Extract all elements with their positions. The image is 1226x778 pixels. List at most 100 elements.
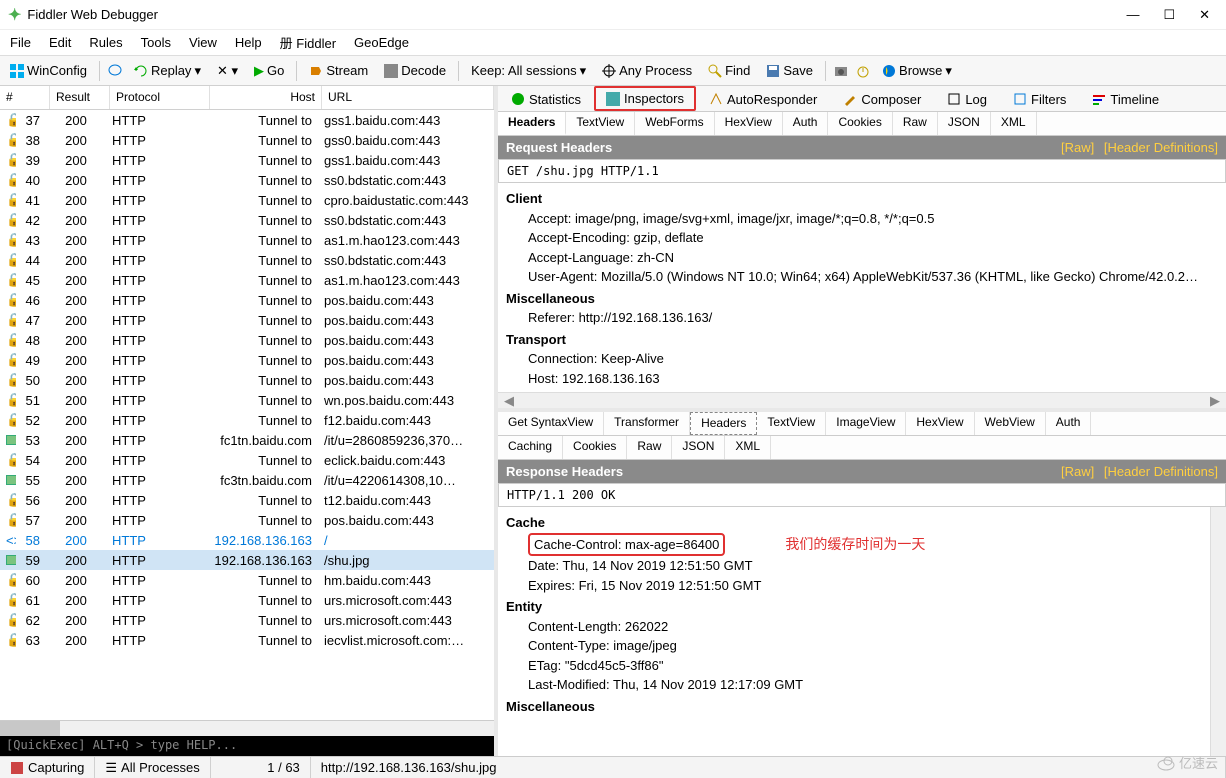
col-id[interactable]: # bbox=[0, 86, 50, 109]
session-row[interactable]: 🔒61200HTTPTunnel tours.microsoft.com:443 bbox=[0, 590, 494, 610]
windows-icon bbox=[10, 64, 24, 78]
find-button[interactable]: Find bbox=[704, 61, 754, 80]
tab-filters[interactable]: Filters bbox=[1000, 86, 1079, 111]
session-row[interactable]: 🔒50200HTTPTunnel topos.baidu.com:443 bbox=[0, 370, 494, 390]
resp-raw-link[interactable]: [Raw] bbox=[1061, 464, 1094, 479]
req-tab-hexview[interactable]: HexView bbox=[715, 112, 783, 135]
resp-tab-webview[interactable]: WebView bbox=[975, 412, 1046, 435]
col-url[interactable]: URL bbox=[322, 86, 494, 109]
resp-tab-transformer[interactable]: Transformer bbox=[604, 412, 690, 435]
session-row[interactable]: 🔒37200HTTPTunnel togss1.baidu.com:443 bbox=[0, 110, 494, 130]
session-row[interactable]: 🔒42200HTTPTunnel toss0.bdstatic.com:443 bbox=[0, 210, 494, 230]
session-row[interactable]: 🔒54200HTTPTunnel toeclick.baidu.com:443 bbox=[0, 450, 494, 470]
minimize-button[interactable]: ― bbox=[1126, 7, 1139, 23]
session-row[interactable]: 🔒46200HTTPTunnel topos.baidu.com:443 bbox=[0, 290, 494, 310]
session-row[interactable]: 🔒51200HTTPTunnel town.pos.baidu.com:443 bbox=[0, 390, 494, 410]
resp-tab-syntax[interactable]: Get SyntaxView bbox=[498, 412, 604, 435]
timer-icon[interactable] bbox=[856, 64, 870, 78]
menu-edit[interactable]: Edit bbox=[49, 35, 71, 50]
status-capturing[interactable]: Capturing bbox=[0, 757, 95, 778]
tab-inspectors[interactable]: Inspectors bbox=[594, 86, 696, 111]
camera-icon[interactable] bbox=[834, 64, 848, 78]
tab-log[interactable]: Log bbox=[934, 86, 1000, 111]
req-raw-link[interactable]: [Raw] bbox=[1061, 140, 1094, 155]
resp-tab-headers[interactable]: Headers bbox=[690, 412, 757, 435]
menu-help[interactable]: Help bbox=[235, 35, 262, 50]
req-accept: Accept: image/png, image/svg+xml, image/… bbox=[506, 209, 1218, 229]
session-row[interactable]: 🔒39200HTTPTunnel togss1.baidu.com:443 bbox=[0, 150, 494, 170]
req-tab-xml[interactable]: XML bbox=[991, 112, 1037, 135]
quickexec-bar[interactable]: [QuickExec] ALT+Q > type HELP... bbox=[0, 736, 494, 756]
session-row[interactable]: 53200HTTPfc1tn.baidu.com/it/u=2860859236… bbox=[0, 430, 494, 450]
resp-tab-imageview[interactable]: ImageView bbox=[826, 412, 906, 435]
browse-button[interactable]: Browse ▾ bbox=[878, 61, 956, 81]
session-row[interactable]: 🔒38200HTTPTunnel togss0.baidu.com:443 bbox=[0, 130, 494, 150]
session-row[interactable]: 🔒57200HTTPTunnel topos.baidu.com:443 bbox=[0, 510, 494, 530]
session-row[interactable]: 🔒43200HTTPTunnel toas1.m.hao123.com:443 bbox=[0, 230, 494, 250]
session-result: 200 bbox=[46, 273, 106, 288]
any-process-button[interactable]: Any Process bbox=[598, 61, 696, 80]
session-row[interactable]: 🔒44200HTTPTunnel toss0.bdstatic.com:443 bbox=[0, 250, 494, 270]
resp-tab-cookies[interactable]: Cookies bbox=[563, 436, 627, 459]
replay-button[interactable]: Replay ▾ bbox=[130, 61, 205, 81]
keep-sessions-dropdown[interactable]: Keep: All sessions ▾ bbox=[467, 61, 590, 81]
req-tab-textview[interactable]: TextView bbox=[566, 112, 635, 135]
resp-tab-raw[interactable]: Raw bbox=[627, 436, 672, 459]
session-row[interactable]: 🔒49200HTTPTunnel topos.baidu.com:443 bbox=[0, 350, 494, 370]
col-host[interactable]: Host bbox=[210, 86, 322, 109]
session-row[interactable]: 🔒60200HTTPTunnel tohm.baidu.com:443 bbox=[0, 570, 494, 590]
req-tab-cookies[interactable]: Cookies bbox=[828, 112, 892, 135]
session-row[interactable]: 🔒48200HTTPTunnel topos.baidu.com:443 bbox=[0, 330, 494, 350]
req-tab-auth[interactable]: Auth bbox=[783, 112, 829, 135]
save-button[interactable]: Save bbox=[762, 61, 817, 80]
req-tab-json[interactable]: JSON bbox=[938, 112, 991, 135]
resp-hdrdef-link[interactable]: [Header Definitions] bbox=[1104, 464, 1218, 479]
menu-view[interactable]: View bbox=[189, 35, 217, 50]
req-tab-raw[interactable]: Raw bbox=[893, 112, 938, 135]
h-scrollbar[interactable] bbox=[0, 720, 494, 736]
req-hscroll[interactable]: ◀▶ bbox=[498, 392, 1226, 408]
session-row[interactable]: <>58200HTTP192.168.136.163/ bbox=[0, 530, 494, 550]
go-button[interactable]: ▶ Go bbox=[250, 61, 288, 81]
tab-composer[interactable]: Composer bbox=[830, 86, 934, 111]
resp-tab-hexview[interactable]: HexView bbox=[906, 412, 974, 435]
session-row[interactable]: 🔒45200HTTPTunnel toas1.m.hao123.com:443 bbox=[0, 270, 494, 290]
remove-button[interactable]: ✕ ▾ bbox=[213, 61, 242, 81]
tab-timeline[interactable]: Timeline bbox=[1079, 86, 1172, 111]
menu-tools[interactable]: Tools bbox=[141, 35, 171, 50]
session-row[interactable]: 🔒56200HTTPTunnel tot12.baidu.com:443 bbox=[0, 490, 494, 510]
resp-tab-auth[interactable]: Auth bbox=[1046, 412, 1092, 435]
decode-button[interactable]: Decode bbox=[380, 61, 450, 80]
col-result[interactable]: Result bbox=[50, 86, 110, 109]
maximize-button[interactable]: ☐ bbox=[1163, 7, 1175, 23]
session-row[interactable]: 🔒40200HTTPTunnel toss0.bdstatic.com:443 bbox=[0, 170, 494, 190]
session-row[interactable]: 🔒47200HTTPTunnel topos.baidu.com:443 bbox=[0, 310, 494, 330]
stream-button[interactable]: Stream bbox=[305, 61, 372, 80]
winconfig-button[interactable]: WinConfig bbox=[6, 61, 91, 80]
grid-body[interactable]: 🔒37200HTTPTunnel togss1.baidu.com:443🔒38… bbox=[0, 110, 494, 720]
session-row[interactable]: 59200HTTP192.168.136.163/shu.jpg bbox=[0, 550, 494, 570]
menu-rules[interactable]: Rules bbox=[89, 35, 122, 50]
req-hdrdef-link[interactable]: [Header Definitions] bbox=[1104, 140, 1218, 155]
session-row[interactable]: 🔒52200HTTPTunnel tof12.baidu.com:443 bbox=[0, 410, 494, 430]
resp-tab-caching[interactable]: Caching bbox=[498, 436, 563, 459]
session-row[interactable]: 🔒63200HTTPTunnel toiecvlist.microsoft.co… bbox=[0, 630, 494, 650]
status-all-processes[interactable]: ☰ All Processes bbox=[95, 757, 210, 778]
session-row[interactable]: 🔒62200HTTPTunnel tours.microsoft.com:443 bbox=[0, 610, 494, 630]
tab-statistics[interactable]: Statistics bbox=[498, 86, 594, 111]
menu-file[interactable]: File bbox=[10, 35, 31, 50]
resp-tab-xml[interactable]: XML bbox=[725, 436, 771, 459]
menu-fiddler-book[interactable]: 册 Fiddler bbox=[280, 33, 336, 52]
close-button[interactable]: ✕ bbox=[1199, 7, 1210, 23]
resp-tab-json[interactable]: JSON bbox=[672, 436, 725, 459]
session-row[interactable]: 55200HTTPfc3tn.baidu.com/it/u=4220614308… bbox=[0, 470, 494, 490]
comment-icon[interactable] bbox=[108, 64, 122, 78]
resp-vscroll[interactable] bbox=[1210, 507, 1226, 756]
col-protocol[interactable]: Protocol bbox=[110, 86, 210, 109]
req-tab-webforms[interactable]: WebForms bbox=[635, 112, 714, 135]
tab-autoresponder[interactable]: AutoResponder bbox=[696, 86, 830, 111]
req-tab-headers[interactable]: Headers bbox=[498, 112, 566, 135]
menu-geoedge[interactable]: GeoEdge bbox=[354, 35, 409, 50]
resp-tab-textview[interactable]: TextView bbox=[757, 412, 826, 435]
session-row[interactable]: 🔒41200HTTPTunnel tocpro.baidustatic.com:… bbox=[0, 190, 494, 210]
